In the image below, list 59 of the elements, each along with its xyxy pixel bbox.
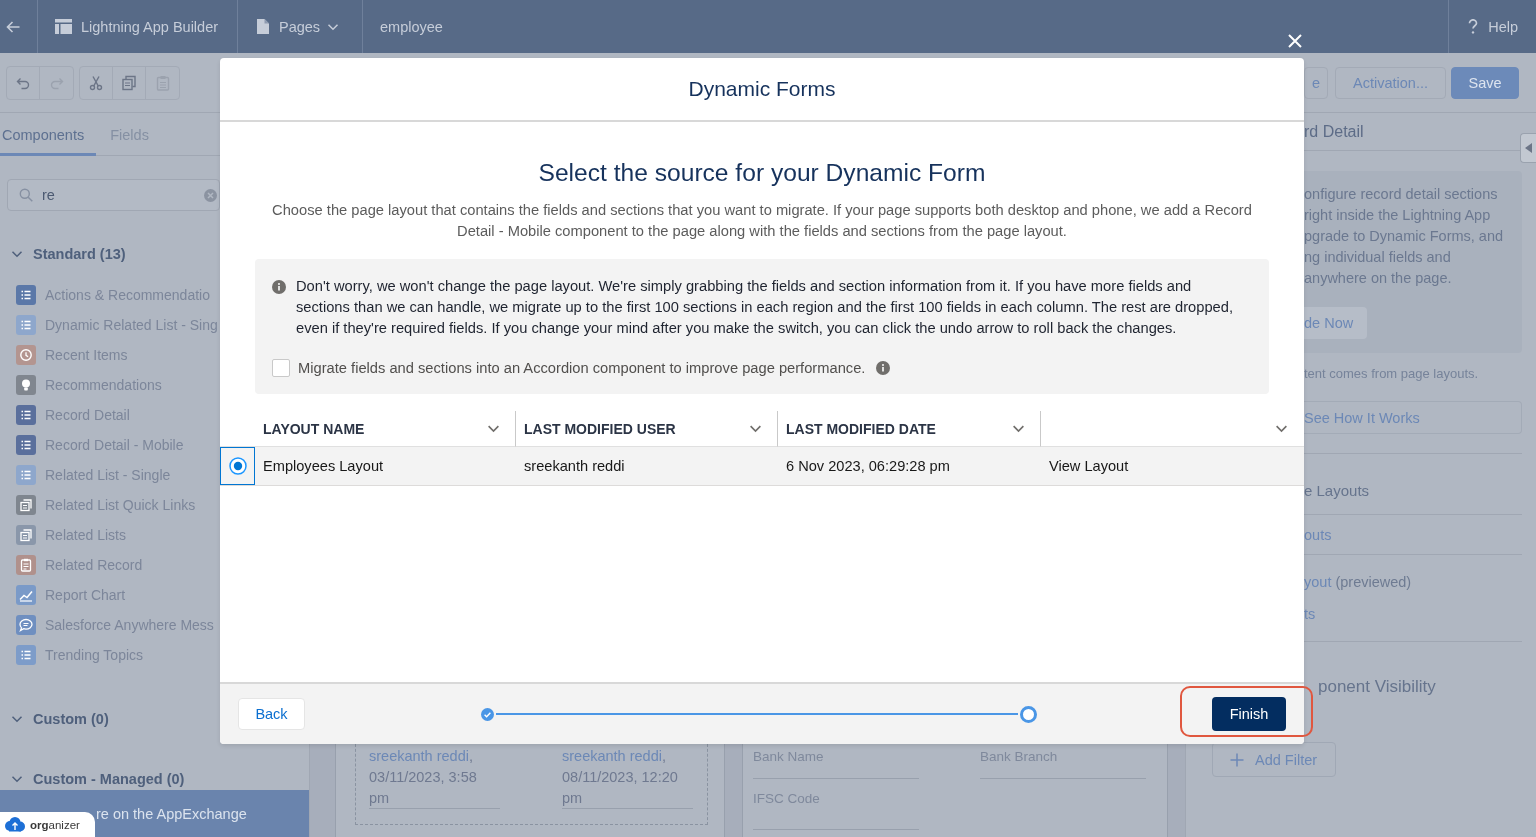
- document-icon: [257, 19, 269, 34]
- dialog-heading: Select the source for your Dynamic Form: [538, 158, 986, 188]
- app-title: Lightning App Builder: [81, 18, 219, 35]
- pages-menu[interactable]: Pages: [238, 0, 363, 53]
- section-toggle[interactable]: Custom (0): [0, 708, 109, 730]
- copy-icon: [121, 74, 137, 91]
- tab[interactable]: Components: [0, 113, 97, 156]
- close-icon: [1287, 33, 1303, 49]
- clear-icon[interactable]: [204, 188, 217, 202]
- search-field[interactable]: re: [7, 179, 220, 211]
- cloud-icon: [4, 815, 26, 834]
- user-link[interactable]: sreekanth reddi: [562, 748, 662, 764]
- section-heading: e Layouts: [1304, 482, 1370, 499]
- checkbox[interactable]: [272, 359, 290, 377]
- upgrade-description: onfigure record detail sections right inside the Lightning App pgrade to Dynamic Forms, and ng individual fields and anywhere on the page.: [1304, 185, 1505, 288]
- info-icon: [876, 361, 891, 375]
- table-cell-text: sreekanth reddi: [523, 457, 626, 476]
- info-note: tent comes from page layouts.: [1304, 366, 1479, 382]
- layout-link[interactable]: ts: [1304, 605, 1316, 623]
- collapse-button[interactable]: [1520, 133, 1536, 163]
- checkbox-label[interactable]: Migrate fields and sections into an Accordion component to improve page performance.: [298, 360, 866, 376]
- close-button[interactable]: [1287, 33, 1303, 49]
- section-heading: ponent Visibility: [1318, 677, 1436, 696]
- table-cell-text: View Layout: [1048, 457, 1130, 476]
- organizer-label: organizer: [30, 818, 80, 831]
- page-title: employee: [380, 18, 443, 35]
- back-button[interactable]: Back: [238, 698, 305, 730]
- search-icon: [19, 188, 33, 202]
- section-toggle[interactable]: Standard (13): [0, 243, 126, 265]
- organizer-badge[interactable]: organizer: [0, 812, 95, 837]
- layout-note: (previewed): [1335, 573, 1412, 591]
- caret-left-icon: [1524, 143, 1533, 153]
- section-toggle[interactable]: Custom - Managed (0): [0, 768, 185, 790]
- table-cell-text: 6 Nov 2023, 06:29:28 pm: [785, 457, 951, 476]
- dialog-description: Choose the page layout that contains the fields and sections that you want to migrate. If your page supports both desktop and phone, we add a Record Detail - Mobile component to the page along with the fields and sections from the page layout.: [271, 201, 1253, 241]
- table-cell-text: Employees Layout: [262, 457, 385, 476]
- save-button[interactable]: Save: [1451, 66, 1519, 99]
- finish-button[interactable]: Finish: [1212, 697, 1286, 731]
- layout-icon: [55, 19, 72, 34]
- scissors-icon: [88, 74, 104, 91]
- upgrade-button[interactable]: de Now: [1304, 307, 1368, 339]
- plus-icon: [1230, 752, 1244, 767]
- help-button[interactable]: Help: [1448, 0, 1536, 53]
- panel-title: rd Detail: [1304, 122, 1364, 141]
- how-it-works-button[interactable]: See How It Works: [1304, 401, 1522, 434]
- table-row[interactable]: Employees Layout sreekanth reddi 6 Nov 2023, 06:29:28 pm View Layout: [220, 447, 1304, 486]
- user-link[interactable]: sreekanth reddi: [369, 748, 469, 764]
- info-text: Don't worry, we won't change the page layout. We're simply grabbing the fields and section information from it. If you have more fields and sections than we can handle, we migrate up to the first 100 sections in each region and the first 100 fields in each column. The rest are dropped, even if they're required fields. If you change your mind after you make the switch, you can click the undo arrow to roll back the changes.: [296, 277, 1235, 338]
- layout-link[interactable]: yout: [1304, 573, 1332, 591]
- info-icon: [272, 279, 286, 294]
- radio-button[interactable]: [228, 457, 247, 475]
- appexchange-link[interactable]: re on the AppExchange: [96, 805, 247, 822]
- layout-link[interactable]: outs: [1304, 525, 1332, 544]
- toolbar-button[interactable]: Activation...: [1335, 66, 1446, 99]
- dialog-title: Dynamic Forms: [688, 77, 836, 101]
- ring-icon[interactable]: [1019, 705, 1037, 723]
- back-arrow-icon: [6, 19, 20, 34]
- help-icon: [1468, 19, 1479, 34]
- check-circle-icon[interactable]: [480, 707, 494, 721]
